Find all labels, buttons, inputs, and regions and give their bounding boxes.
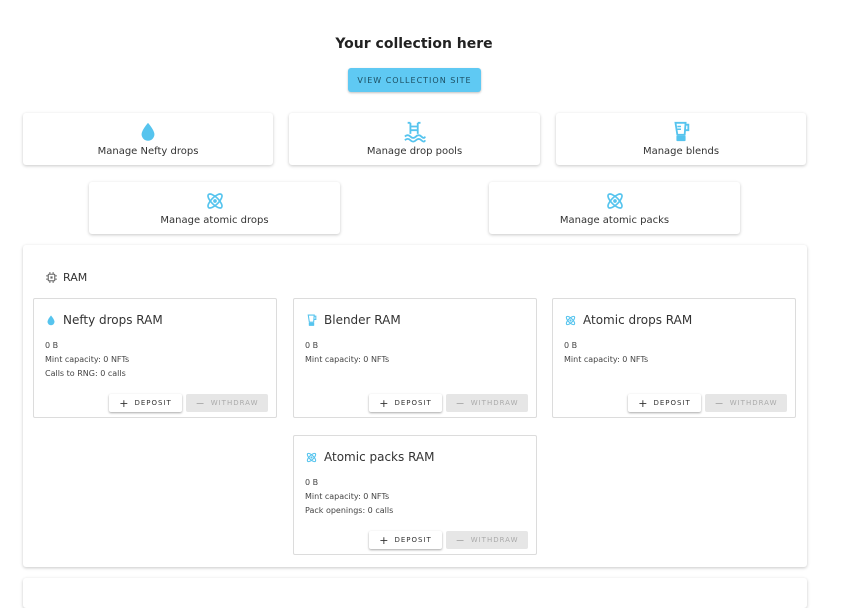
atom-icon bbox=[306, 452, 317, 462]
manage-blends-label: Manage blends bbox=[642, 146, 720, 157]
manage-drop-pools-card[interactable]: Manage drop pools bbox=[289, 113, 540, 165]
next-section-panel bbox=[23, 578, 807, 608]
blender-ram-card: Blender RAM 0 B Mint capacity: 0 NFTs + D… bbox=[293, 298, 537, 418]
manage-atomic-packs-label: Manage atomic packs bbox=[559, 215, 670, 226]
manage-atomic-drops-card[interactable]: Manage atomic drops bbox=[89, 182, 340, 234]
rng-calls: Calls to RNG: 0 calls bbox=[45, 369, 126, 378]
atom-icon bbox=[206, 193, 223, 209]
ram-bytes: 0 B bbox=[305, 341, 319, 350]
mint-capacity: Mint capacity: 0 NFTs bbox=[305, 492, 390, 501]
ram-card-name: Atomic packs RAM bbox=[324, 450, 435, 464]
manage-drop-pools-label: Manage drop pools bbox=[366, 146, 463, 157]
deposit-button[interactable]: + DEPOSIT bbox=[628, 394, 701, 412]
plus-icon: + bbox=[119, 396, 130, 410]
ram-card-name: Atomic drops RAM bbox=[583, 313, 693, 327]
atom-icon bbox=[565, 315, 576, 325]
chip-icon bbox=[46, 272, 57, 283]
plus-icon: + bbox=[638, 396, 649, 410]
plus-icon: + bbox=[379, 396, 390, 410]
withdraw-button: − WITHDRAW bbox=[446, 394, 528, 412]
mint-capacity: Mint capacity: 0 NFTs bbox=[305, 355, 390, 364]
manage-atomic-packs-card[interactable]: Manage atomic packs bbox=[489, 182, 740, 234]
manage-atomic-drops-label: Manage atomic drops bbox=[160, 215, 269, 226]
deposit-button[interactable]: + DEPOSIT bbox=[369, 531, 442, 549]
ram-card-name: Nefty drops RAM bbox=[63, 313, 163, 327]
deposit-button[interactable]: + DEPOSIT bbox=[369, 394, 442, 412]
atomic-drops-ram-card: Atomic drops RAM 0 B Mint capacity: 0 NF… bbox=[552, 298, 796, 418]
minus-icon: − bbox=[455, 396, 466, 410]
ram-panel: RAM Nefty drops RAM 0 B Mint capacity: 0… bbox=[23, 245, 807, 567]
ram-bytes: 0 B bbox=[305, 478, 319, 487]
withdraw-button: − WITHDRAW bbox=[705, 394, 787, 412]
plus-icon: + bbox=[379, 533, 390, 547]
atomic-packs-ram-card: Atomic packs RAM 0 B Mint capacity: 0 NF… bbox=[293, 435, 537, 555]
ram-card-name: Blender RAM bbox=[324, 313, 401, 327]
withdraw-button: − WITHDRAW bbox=[446, 531, 528, 549]
pool-icon bbox=[403, 121, 426, 143]
manage-nefty-drops-card[interactable]: Manage Nefty drops bbox=[23, 113, 273, 165]
view-collection-site-button[interactable]: VIEW COLLECTION SITE bbox=[348, 68, 481, 92]
deposit-button[interactable]: + DEPOSIT bbox=[109, 394, 182, 412]
minus-icon: − bbox=[714, 396, 725, 410]
manage-blends-card[interactable]: Manage blends bbox=[556, 113, 806, 165]
page-title: Your collection here bbox=[335, 36, 493, 52]
water-drop-icon bbox=[141, 122, 155, 141]
mint-capacity: Mint capacity: 0 NFTs bbox=[45, 355, 130, 364]
blender-icon bbox=[674, 121, 690, 142]
blender-icon bbox=[307, 314, 317, 326]
ram-bytes: 0 B bbox=[45, 341, 59, 350]
mint-capacity: Mint capacity: 0 NFTs bbox=[564, 355, 649, 364]
minus-icon: − bbox=[455, 533, 466, 547]
water-drop-icon bbox=[47, 315, 55, 325]
ram-title: RAM bbox=[63, 271, 88, 284]
minus-icon: − bbox=[195, 396, 206, 410]
withdraw-button: − WITHDRAW bbox=[186, 394, 268, 412]
ram-header: RAM bbox=[45, 271, 87, 284]
manage-nefty-drops-label: Manage Nefty drops bbox=[97, 146, 199, 157]
nefty-drops-ram-card: Nefty drops RAM 0 B Mint capacity: 0 NFT… bbox=[33, 298, 277, 418]
pack-openings: Pack openings: 0 calls bbox=[305, 506, 394, 515]
ram-bytes: 0 B bbox=[564, 341, 578, 350]
atom-icon bbox=[606, 193, 623, 209]
